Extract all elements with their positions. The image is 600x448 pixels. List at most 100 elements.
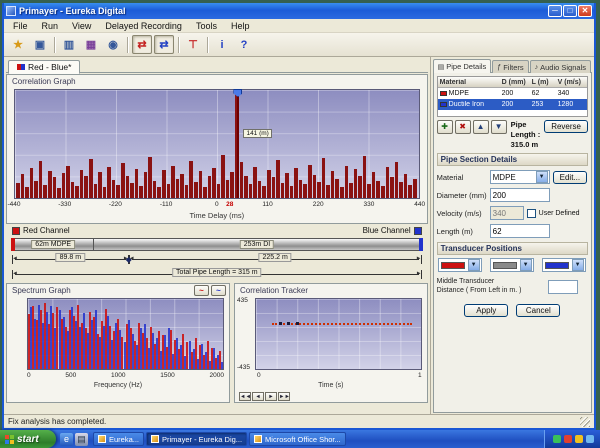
tab-pipe-details[interactable]: ▤Pipe Details xyxy=(433,59,492,73)
task-button[interactable]: Microsoft Office Shor... xyxy=(249,432,346,446)
tracker-x-axis: 01 xyxy=(257,372,422,379)
title-bar[interactable]: Primayer - Eureka Digital ─ □ ✕ xyxy=(4,3,594,19)
peak-cursor[interactable] xyxy=(237,90,239,198)
table-row[interactable]: Ductile Iron2002531280 xyxy=(438,99,587,110)
left-distance: ◄► 89.8 m xyxy=(12,252,129,266)
tracker-nav-button-0[interactable]: ◄◄ xyxy=(239,392,251,401)
red-series-toggle[interactable]: ~ xyxy=(194,285,209,296)
reverse-button[interactable]: Reverse xyxy=(544,120,588,133)
corr-bar xyxy=(285,173,289,198)
user-defined-checkbox[interactable] xyxy=(527,209,536,218)
resize-grip[interactable] xyxy=(580,417,590,427)
material-select[interactable]: MDPE ▼ xyxy=(490,170,550,184)
status-text: Fix analysis has completed. xyxy=(8,417,106,426)
menu-item-file[interactable]: File xyxy=(6,20,35,32)
pipe-section-details-header: Pipe Section Details xyxy=(437,153,588,166)
delete-section-button[interactable]: ✖ xyxy=(455,120,471,134)
correlation-plot[interactable]: 141 (m) xyxy=(14,89,420,199)
move-up-button[interactable]: ▲ xyxy=(473,120,489,134)
toolbar-button-zoom-view[interactable]: ◉ xyxy=(103,35,123,54)
corr-bar xyxy=(413,179,417,198)
toolbar-button-correlation-view[interactable]: ▥ xyxy=(59,35,79,54)
tracker-nav-button-2[interactable]: ► xyxy=(265,392,277,401)
task-button[interactable]: Eureka... xyxy=(93,432,144,446)
blue-channel-label: Blue Channel xyxy=(363,226,411,235)
corr-bar xyxy=(326,185,330,198)
minimize-button[interactable]: ─ xyxy=(548,5,562,17)
menu-item-help[interactable]: Help xyxy=(224,20,257,32)
menu-item-view[interactable]: View xyxy=(65,20,98,32)
tray-icon-yellow[interactable] xyxy=(575,435,583,443)
move-down-button[interactable]: ▼ xyxy=(491,120,507,134)
menu-item-tools[interactable]: Tools xyxy=(189,20,224,32)
task-button[interactable]: Primayer - Eureka Dig... xyxy=(146,432,247,446)
toolbar-button-info[interactable]: i xyxy=(212,35,232,54)
corr-bar xyxy=(404,174,408,198)
transducer-select-middle[interactable]: ▼ xyxy=(490,258,534,272)
tab-audio-signals[interactable]: ♪Audio Signals xyxy=(530,60,591,73)
table-header-cell[interactable]: L (m) xyxy=(532,79,558,86)
spectrum-graph-panel: Spectrum Graph ~ ~ 0500100015002000 Freq… xyxy=(6,283,230,403)
add-section-button[interactable]: ✚ xyxy=(437,120,453,134)
start-button[interactable]: start xyxy=(0,430,56,448)
show-desktop-icon[interactable]: ▤ xyxy=(75,433,88,446)
tracker-nav-button-1[interactable]: ◄ xyxy=(252,392,264,401)
transducer-select-blue[interactable]: ▼ xyxy=(542,258,586,272)
toolbar-button-help[interactable]: ? xyxy=(234,35,254,54)
tracker-nav: ◄◄◄►►► xyxy=(239,392,290,401)
toolbar-button-spectrum-view[interactable]: ▦ xyxy=(81,35,101,54)
material-color-swatch xyxy=(440,102,447,107)
corr-x-tick: -440 xyxy=(7,201,20,208)
corr-bar xyxy=(345,166,349,198)
tray-icon-blue[interactable] xyxy=(586,435,594,443)
corr-bar xyxy=(395,162,399,198)
tracker-plot xyxy=(255,298,422,370)
leak-position-marker[interactable]: ◆ xyxy=(126,255,132,264)
tracker-nav-button-3[interactable]: ►► xyxy=(278,392,290,401)
internet-explorer-icon[interactable]: e xyxy=(60,433,73,446)
chevron-down-icon: ▼ xyxy=(572,259,584,271)
toolbar-button-transducer-blue[interactable]: ⇄ xyxy=(154,35,174,54)
toolbar-button-transducer-red[interactable]: ⇄ xyxy=(132,35,152,54)
close-button[interactable]: ✕ xyxy=(578,5,592,17)
corr-bar xyxy=(208,176,212,198)
table-cell: 62 xyxy=(532,90,558,97)
tray-icon-red[interactable] xyxy=(564,435,572,443)
table-header-cell[interactable]: D (mm) xyxy=(502,79,532,86)
table-header-cell[interactable]: Material xyxy=(438,79,502,86)
taskbar: start e ▤ Eureka...Primayer - Eureka Dig… xyxy=(0,430,600,448)
maximize-button[interactable]: □ xyxy=(563,5,577,17)
corr-bar xyxy=(331,171,335,198)
corr-bar xyxy=(153,181,157,198)
diameter-input[interactable] xyxy=(490,188,550,202)
tab-red-blue[interactable]: Red - Blue* xyxy=(8,60,80,74)
toolbar-button-wizard[interactable]: ★ xyxy=(8,35,28,54)
corr-x-tick: 0 xyxy=(215,201,219,208)
tray-icon-green[interactable] xyxy=(553,435,561,443)
chevron-down-icon: ▼ xyxy=(536,171,548,183)
corr-bar xyxy=(34,181,38,198)
middle-distance-input[interactable] xyxy=(548,280,578,294)
blue-channel: Blue Channel xyxy=(363,226,422,235)
blue-series-toggle[interactable]: ~ xyxy=(211,285,226,296)
corr-x-tick: 220 xyxy=(313,201,324,208)
cancel-button[interactable]: Cancel xyxy=(516,304,560,317)
transducer-select-red[interactable]: ▼ xyxy=(438,258,482,272)
corr-bar xyxy=(116,185,120,198)
tracker-dot xyxy=(287,322,290,325)
velocity-input xyxy=(490,206,524,220)
menu-item-run[interactable]: Run xyxy=(35,20,66,32)
table-row[interactable]: MDPE20062340 xyxy=(438,88,587,99)
toolbar-button-save[interactable]: ▣ xyxy=(30,35,50,54)
menu-item-delayed-recording[interactable]: Delayed Recording xyxy=(98,20,189,32)
toolbar-button-antenna[interactable]: ⊤ xyxy=(183,35,203,54)
table-cell: 200 xyxy=(502,90,532,97)
materials-table: MaterialD (mm)L (m)V (m/s) MDPE20062340Du… xyxy=(437,76,588,117)
apply-button[interactable]: Apply xyxy=(464,304,508,317)
corr-bar xyxy=(126,176,130,198)
red-blue-icon xyxy=(17,62,25,72)
tab-filters[interactable]: ƒFilters xyxy=(492,60,528,73)
edit-material-button[interactable]: Edit... xyxy=(553,171,587,184)
table-header-cell[interactable]: V (m/s) xyxy=(558,79,587,86)
length-input[interactable] xyxy=(490,224,550,238)
